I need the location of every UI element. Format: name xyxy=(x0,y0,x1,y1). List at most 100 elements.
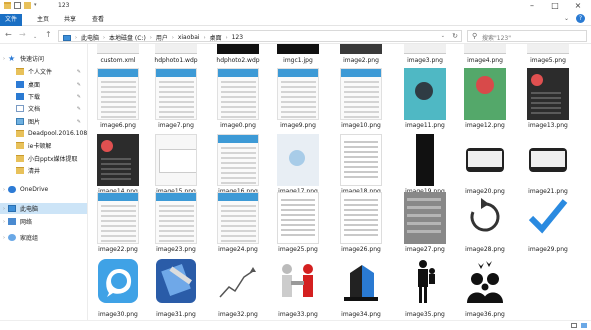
file-name-label: image29.png xyxy=(528,246,568,253)
breadcrumb-item[interactable]: 123 xyxy=(232,34,243,41)
breadcrumb-separator-icon[interactable]: › xyxy=(204,35,206,41)
dark-icon xyxy=(527,68,569,120)
minimize-button[interactable]: – xyxy=(521,0,543,12)
sidebar-item-8[interactable]: 小白pptx媒体提取 xyxy=(0,153,87,164)
breadcrumb-separator-icon[interactable]: › xyxy=(150,35,152,41)
up-icon[interactable]: ↑ xyxy=(45,31,52,39)
breadcrumb-separator-icon[interactable]: › xyxy=(172,35,174,41)
breadcrumb-item[interactable]: 此电脑 xyxy=(81,33,99,42)
folder-icon xyxy=(16,130,24,137)
file-item[interactable]: image36.png xyxy=(456,257,514,320)
homegroup-icon xyxy=(8,234,16,241)
sidebar-item-label: 文档 xyxy=(28,106,41,113)
recent-locations-icon[interactable]: ⌄ xyxy=(33,33,37,41)
help-icon[interactable]: ? xyxy=(576,14,585,23)
address-dropdown-icon[interactable]: ⌄ xyxy=(441,33,445,39)
file-item[interactable]: image0.png xyxy=(209,68,267,144)
expand-icon[interactable]: › xyxy=(3,56,5,62)
file-item[interactable]: image31.png xyxy=(147,257,205,320)
details-view-icon[interactable] xyxy=(571,323,577,328)
breadcrumb-item[interactable]: xiaobai xyxy=(178,34,200,41)
search-box[interactable]: ⚲ 搜索"123" xyxy=(467,30,587,42)
address-bar[interactable]: › 此电脑 › 本地磁盘 (C:) › 用户 › xiaobai › 桌面 › 123 ⌄ ↻ xyxy=(58,30,462,42)
sidebar-item-label: 网络 xyxy=(20,219,33,226)
sidebar-item-4[interactable]: 文档 ✎ xyxy=(0,103,87,114)
phone-icon xyxy=(155,68,197,120)
file-name-label: image7.png xyxy=(158,122,194,129)
file-item[interactable]: image33.png xyxy=(269,257,327,320)
file-item[interactable]: image6.png xyxy=(89,68,147,144)
sidebar-item-10[interactable]: › OneDrive xyxy=(0,184,87,195)
file-item[interactable]: image7.png xyxy=(147,68,205,144)
tab-view[interactable]: 查看 xyxy=(88,14,108,26)
top-white-icon xyxy=(464,44,506,54)
title-bar: ▾ 123 – □ × xyxy=(0,0,591,12)
folder-icon xyxy=(4,2,11,9)
checkmark-icon xyxy=(527,192,569,244)
new-folder-icon[interactable] xyxy=(24,2,31,9)
file-name-label: image27.png xyxy=(405,246,445,253)
expand-icon[interactable]: › xyxy=(3,219,5,225)
list-icon xyxy=(277,192,319,244)
phone-icon xyxy=(277,68,319,120)
list-icon xyxy=(340,134,382,186)
sidebar-item-6[interactable]: Deadpool.2016.1080 xyxy=(0,128,87,139)
file-name-label: image34.png xyxy=(341,311,381,318)
file-item[interactable]: image13.png xyxy=(519,68,577,144)
large-icons-view-icon[interactable] xyxy=(581,323,587,328)
sidebar-item-1[interactable]: 个人文件 ✎ xyxy=(0,66,87,77)
sidebar-item-5[interactable]: 图片 ✎ xyxy=(0,116,87,127)
sidebar-item-label: 个人文件 xyxy=(28,69,53,76)
breadcrumb-separator-icon[interactable]: › xyxy=(75,35,77,41)
maximize-button[interactable]: □ xyxy=(544,0,566,12)
green-icon xyxy=(464,68,506,120)
file-item[interactable]: image34.png xyxy=(332,257,390,320)
search-input[interactable]: 搜索"123" xyxy=(482,33,511,42)
file-item[interactable]: image9.png xyxy=(269,68,327,144)
file-name-label: image22.png xyxy=(98,246,138,253)
top-dark-icon xyxy=(340,44,382,54)
close-button[interactable]: × xyxy=(567,0,589,12)
breadcrumb-item[interactable]: 本地磁盘 (C:) xyxy=(109,33,146,42)
breadcrumb-separator-icon[interactable]: › xyxy=(226,35,228,41)
chevron-down-icon[interactable]: ▾ xyxy=(34,2,37,9)
file-item[interactable]: image10.png xyxy=(332,68,390,144)
sidebar-item-12[interactable]: › 网络 xyxy=(0,216,87,227)
black-icon xyxy=(416,134,434,186)
file-item[interactable]: image11.png xyxy=(396,68,454,144)
top-black-icon xyxy=(217,44,259,54)
expand-ribbon-icon[interactable]: ⌄ xyxy=(564,15,569,22)
tab-share[interactable]: 共享 xyxy=(60,14,80,26)
file-item[interactable]: image30.png xyxy=(89,257,147,320)
file-item[interactable]: image35.png xyxy=(396,257,454,320)
sidebar-item-9[interactable]: 清井 xyxy=(0,165,87,176)
breadcrumb-item[interactable]: 用户 xyxy=(156,33,168,42)
sidebar-item-3[interactable]: 下载 ✎ xyxy=(0,91,87,102)
forward-icon[interactable]: → xyxy=(19,31,26,39)
properties-icon[interactable] xyxy=(14,2,21,9)
breadcrumb-item[interactable]: 桌面 xyxy=(210,33,222,42)
file-name-label: hdphoto1.wdp xyxy=(154,57,198,64)
map-icon xyxy=(277,134,319,186)
expand-icon[interactable]: › xyxy=(3,206,5,212)
sidebar-item-2[interactable]: 桌面 ✎ xyxy=(0,79,87,90)
sidebar-item-11[interactable]: › 此电脑 xyxy=(0,203,87,214)
sidebar-item-7[interactable]: ie卡顿解 xyxy=(0,140,87,151)
teal-icon xyxy=(404,68,446,120)
file-item[interactable]: image32.png xyxy=(209,257,267,320)
tab-file[interactable]: 文件 xyxy=(0,14,22,26)
expand-icon[interactable]: › xyxy=(3,187,5,193)
tab-home[interactable]: 主页 xyxy=(33,14,53,26)
sidebar-item-label: Deadpool.2016.1080 xyxy=(28,130,87,137)
breadcrumb-separator-icon[interactable]: › xyxy=(103,35,105,41)
navigation-pane: › ★ 快速访问 个人文件 ✎ 桌面 ✎ 下载 ✎ 文档 ✎ 图片 ✎ Deadpool.2016.108… xyxy=(0,44,88,320)
file-item[interactable]: image12.png xyxy=(456,68,514,144)
document-icon xyxy=(16,105,24,112)
file-item[interactable]: image29.png xyxy=(519,192,577,268)
back-icon[interactable]: ← xyxy=(5,31,12,39)
sidebar-item-0[interactable]: › ★ 快速访问 xyxy=(0,53,87,64)
sidebar-item-13[interactable]: › 家庭组 xyxy=(0,232,87,243)
top-black-icon xyxy=(277,44,319,54)
refresh-icon[interactable]: ↻ xyxy=(452,32,458,40)
expand-icon[interactable]: › xyxy=(3,235,5,241)
